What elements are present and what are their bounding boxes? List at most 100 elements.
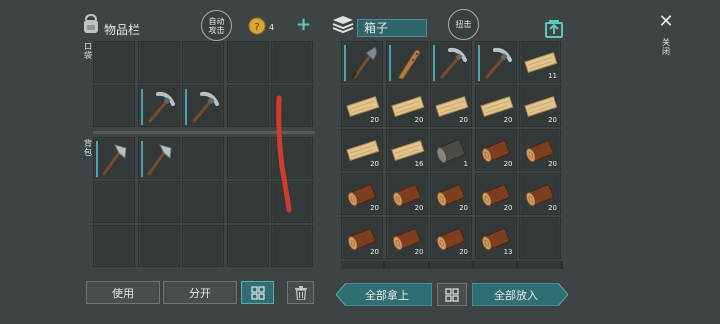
pocket-slot[interactable] <box>182 41 224 83</box>
chest-slot[interactable]: 20 <box>385 173 428 215</box>
shovel-icon <box>343 43 383 83</box>
item-quantity: 20 <box>503 116 513 124</box>
auto-attack-label-2: 攻击 <box>208 25 225 35</box>
chest-icon <box>331 14 355 36</box>
item-quantity: 20 <box>548 160 557 168</box>
backpack-slot[interactable] <box>226 181 269 223</box>
auto-attack-button[interactable]: 自动 攻击 <box>201 10 232 41</box>
item-quantity: 20 <box>414 248 424 256</box>
backpack-slot[interactable] <box>93 225 135 267</box>
item-quantity: 20 <box>370 160 379 168</box>
chest-slot[interactable] <box>474 41 517 83</box>
backpack-slot[interactable] <box>93 181 135 223</box>
backpack-slot[interactable] <box>226 137 269 179</box>
inventory-title: 物品栏 <box>104 23 141 37</box>
chest-slot[interactable]: 20 <box>341 129 383 171</box>
chest-grid-bottom-edge <box>341 261 563 269</box>
chest-slot[interactable] <box>341 41 383 83</box>
put-all-label: 全部放入 <box>494 288 538 302</box>
pocket-slot[interactable] <box>93 85 135 127</box>
chest-title-field: 箱子 <box>357 19 427 37</box>
sort-chest-button[interactable] <box>437 283 467 306</box>
chest-slot[interactable]: 20 <box>385 85 428 127</box>
chest-slot[interactable]: 20 <box>430 173 472 215</box>
export-icon[interactable] <box>545 20 563 38</box>
item-quantity: 20 <box>370 248 379 256</box>
pocket-slot[interactable] <box>137 41 180 83</box>
item-quantity: 20 <box>414 204 424 212</box>
pocket-slot[interactable] <box>226 41 269 83</box>
use-button[interactable]: 使用 <box>86 281 160 304</box>
add-coin-button[interactable]: + <box>296 15 311 35</box>
chest-slot[interactable]: 20 <box>519 129 561 171</box>
item-quantity: 20 <box>548 116 557 124</box>
delete-button[interactable] <box>287 281 314 304</box>
chest-slot[interactable]: 20 <box>430 85 472 127</box>
chest-slot[interactable] <box>385 41 428 83</box>
auto-attack-label-1: 自动 <box>208 16 225 26</box>
steal-button[interactable]: 扭击 <box>448 9 479 40</box>
item-quantity: 11 <box>548 72 557 80</box>
chest-slot[interactable]: 1 <box>430 129 472 171</box>
pickaxe-icon <box>184 87 224 127</box>
pocket-slot[interactable] <box>226 85 269 127</box>
backpack-slot[interactable] <box>137 137 180 179</box>
backpack-slot[interactable] <box>93 137 135 179</box>
pocket-slot[interactable] <box>93 41 135 83</box>
backpack-slot[interactable] <box>182 225 224 267</box>
item-quantity: 20 <box>459 116 468 124</box>
item-quantity: 20 <box>370 204 379 212</box>
backpack-slot[interactable] <box>137 225 180 267</box>
chest-slot[interactable]: 20 <box>519 85 561 127</box>
backpack-slot[interactable] <box>137 181 180 223</box>
pocket-slot[interactable] <box>271 41 313 83</box>
close-button[interactable]: ✕ 关闭 <box>652 11 680 57</box>
chest-slot[interactable] <box>519 217 561 259</box>
chest-slot[interactable]: 20 <box>341 85 383 127</box>
take-all-label: 全部拿上 <box>365 288 409 302</box>
chest-slot[interactable]: 20 <box>474 129 517 171</box>
close-icon: ✕ <box>658 11 674 32</box>
item-quantity: 20 <box>548 204 557 212</box>
item-quantity: 16 <box>414 160 424 168</box>
backpack-label: 背包 <box>84 139 92 157</box>
chest-slot[interactable]: 20 <box>474 85 517 127</box>
item-quantity: 20 <box>459 248 468 256</box>
chest-slot[interactable]: 16 <box>385 129 428 171</box>
pocket-label: 口袋 <box>84 42 92 60</box>
club-icon <box>388 43 428 83</box>
backpack-slot[interactable] <box>271 225 313 267</box>
pocket-slot[interactable] <box>182 85 224 127</box>
chest-slot[interactable]: 20 <box>385 217 428 259</box>
chest-slot[interactable]: 13 <box>474 217 517 259</box>
chest-slot[interactable]: 20 <box>341 173 383 215</box>
item-quantity: 20 <box>503 204 513 212</box>
chest-slot[interactable]: 20 <box>519 173 561 215</box>
chest-slot[interactable]: 20 <box>430 217 472 259</box>
put-all-button[interactable]: 全部放入 <box>472 283 568 306</box>
red-swipe-mark <box>270 93 300 215</box>
sort-inventory-button[interactable] <box>241 281 274 304</box>
take-all-button[interactable]: 全部拿上 <box>336 283 432 306</box>
pocket-slot[interactable] <box>137 85 180 127</box>
item-quantity: 20 <box>414 116 424 124</box>
hatchet-icon <box>95 139 135 179</box>
chest-slot[interactable] <box>430 41 472 83</box>
backpack-slot[interactable] <box>226 225 269 267</box>
close-label: 关闭 <box>662 38 670 56</box>
item-quantity: 1 <box>463 160 468 168</box>
item-quantity: 20 <box>503 160 513 168</box>
split-button[interactable]: 分开 <box>163 281 237 304</box>
backpack-slot[interactable] <box>182 137 224 179</box>
coin-icon: ? <box>248 17 266 35</box>
chest-slot[interactable]: 11 <box>519 41 561 83</box>
grid-icon <box>445 287 459 302</box>
trash-icon <box>294 285 307 300</box>
pickaxe-icon <box>432 43 472 83</box>
hatchet-icon <box>140 139 180 179</box>
steal-label: 扭击 <box>455 20 472 29</box>
chest-slot[interactable]: 20 <box>474 173 517 215</box>
item-quantity: 20 <box>370 116 379 124</box>
backpack-slot[interactable] <box>182 181 224 223</box>
chest-slot[interactable]: 20 <box>341 217 383 259</box>
